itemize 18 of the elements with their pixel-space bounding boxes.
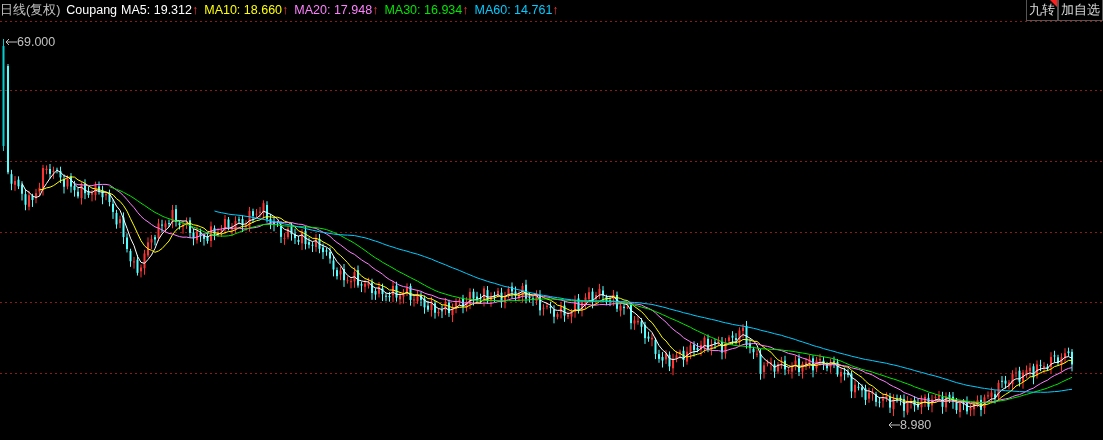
toolbar-button[interactable]: 加自选 (1058, 0, 1103, 21)
pointer-arrow-icon (5, 38, 17, 47)
chart-title: 日线(复权) (0, 2, 61, 20)
moving-average-value: MA10: 18.660 (204, 2, 283, 20)
moving-average-value: MA30: 16.934 (384, 2, 463, 20)
moving-average-value: MA5: 19.312 (121, 2, 192, 20)
trend-arrow: ↑ (372, 2, 379, 20)
min-price-label: 8.980 (900, 417, 932, 434)
trend-arrow: ↑ (462, 2, 469, 20)
max-price-label: 69.000 (17, 34, 56, 51)
symbol-name: Coupang (66, 2, 118, 20)
trend-arrow: ↑ (552, 2, 559, 20)
trend-arrow: ↑ (282, 2, 289, 20)
trend-arrow: ↑ (191, 2, 199, 20)
moving-average-value: MA20: 17.948 (294, 2, 373, 20)
toolbar-button[interactable]: 九转 (1026, 0, 1058, 21)
moving-average-value: MA60: 14.761 (474, 2, 553, 20)
pointer-arrow-icon (888, 421, 900, 430)
